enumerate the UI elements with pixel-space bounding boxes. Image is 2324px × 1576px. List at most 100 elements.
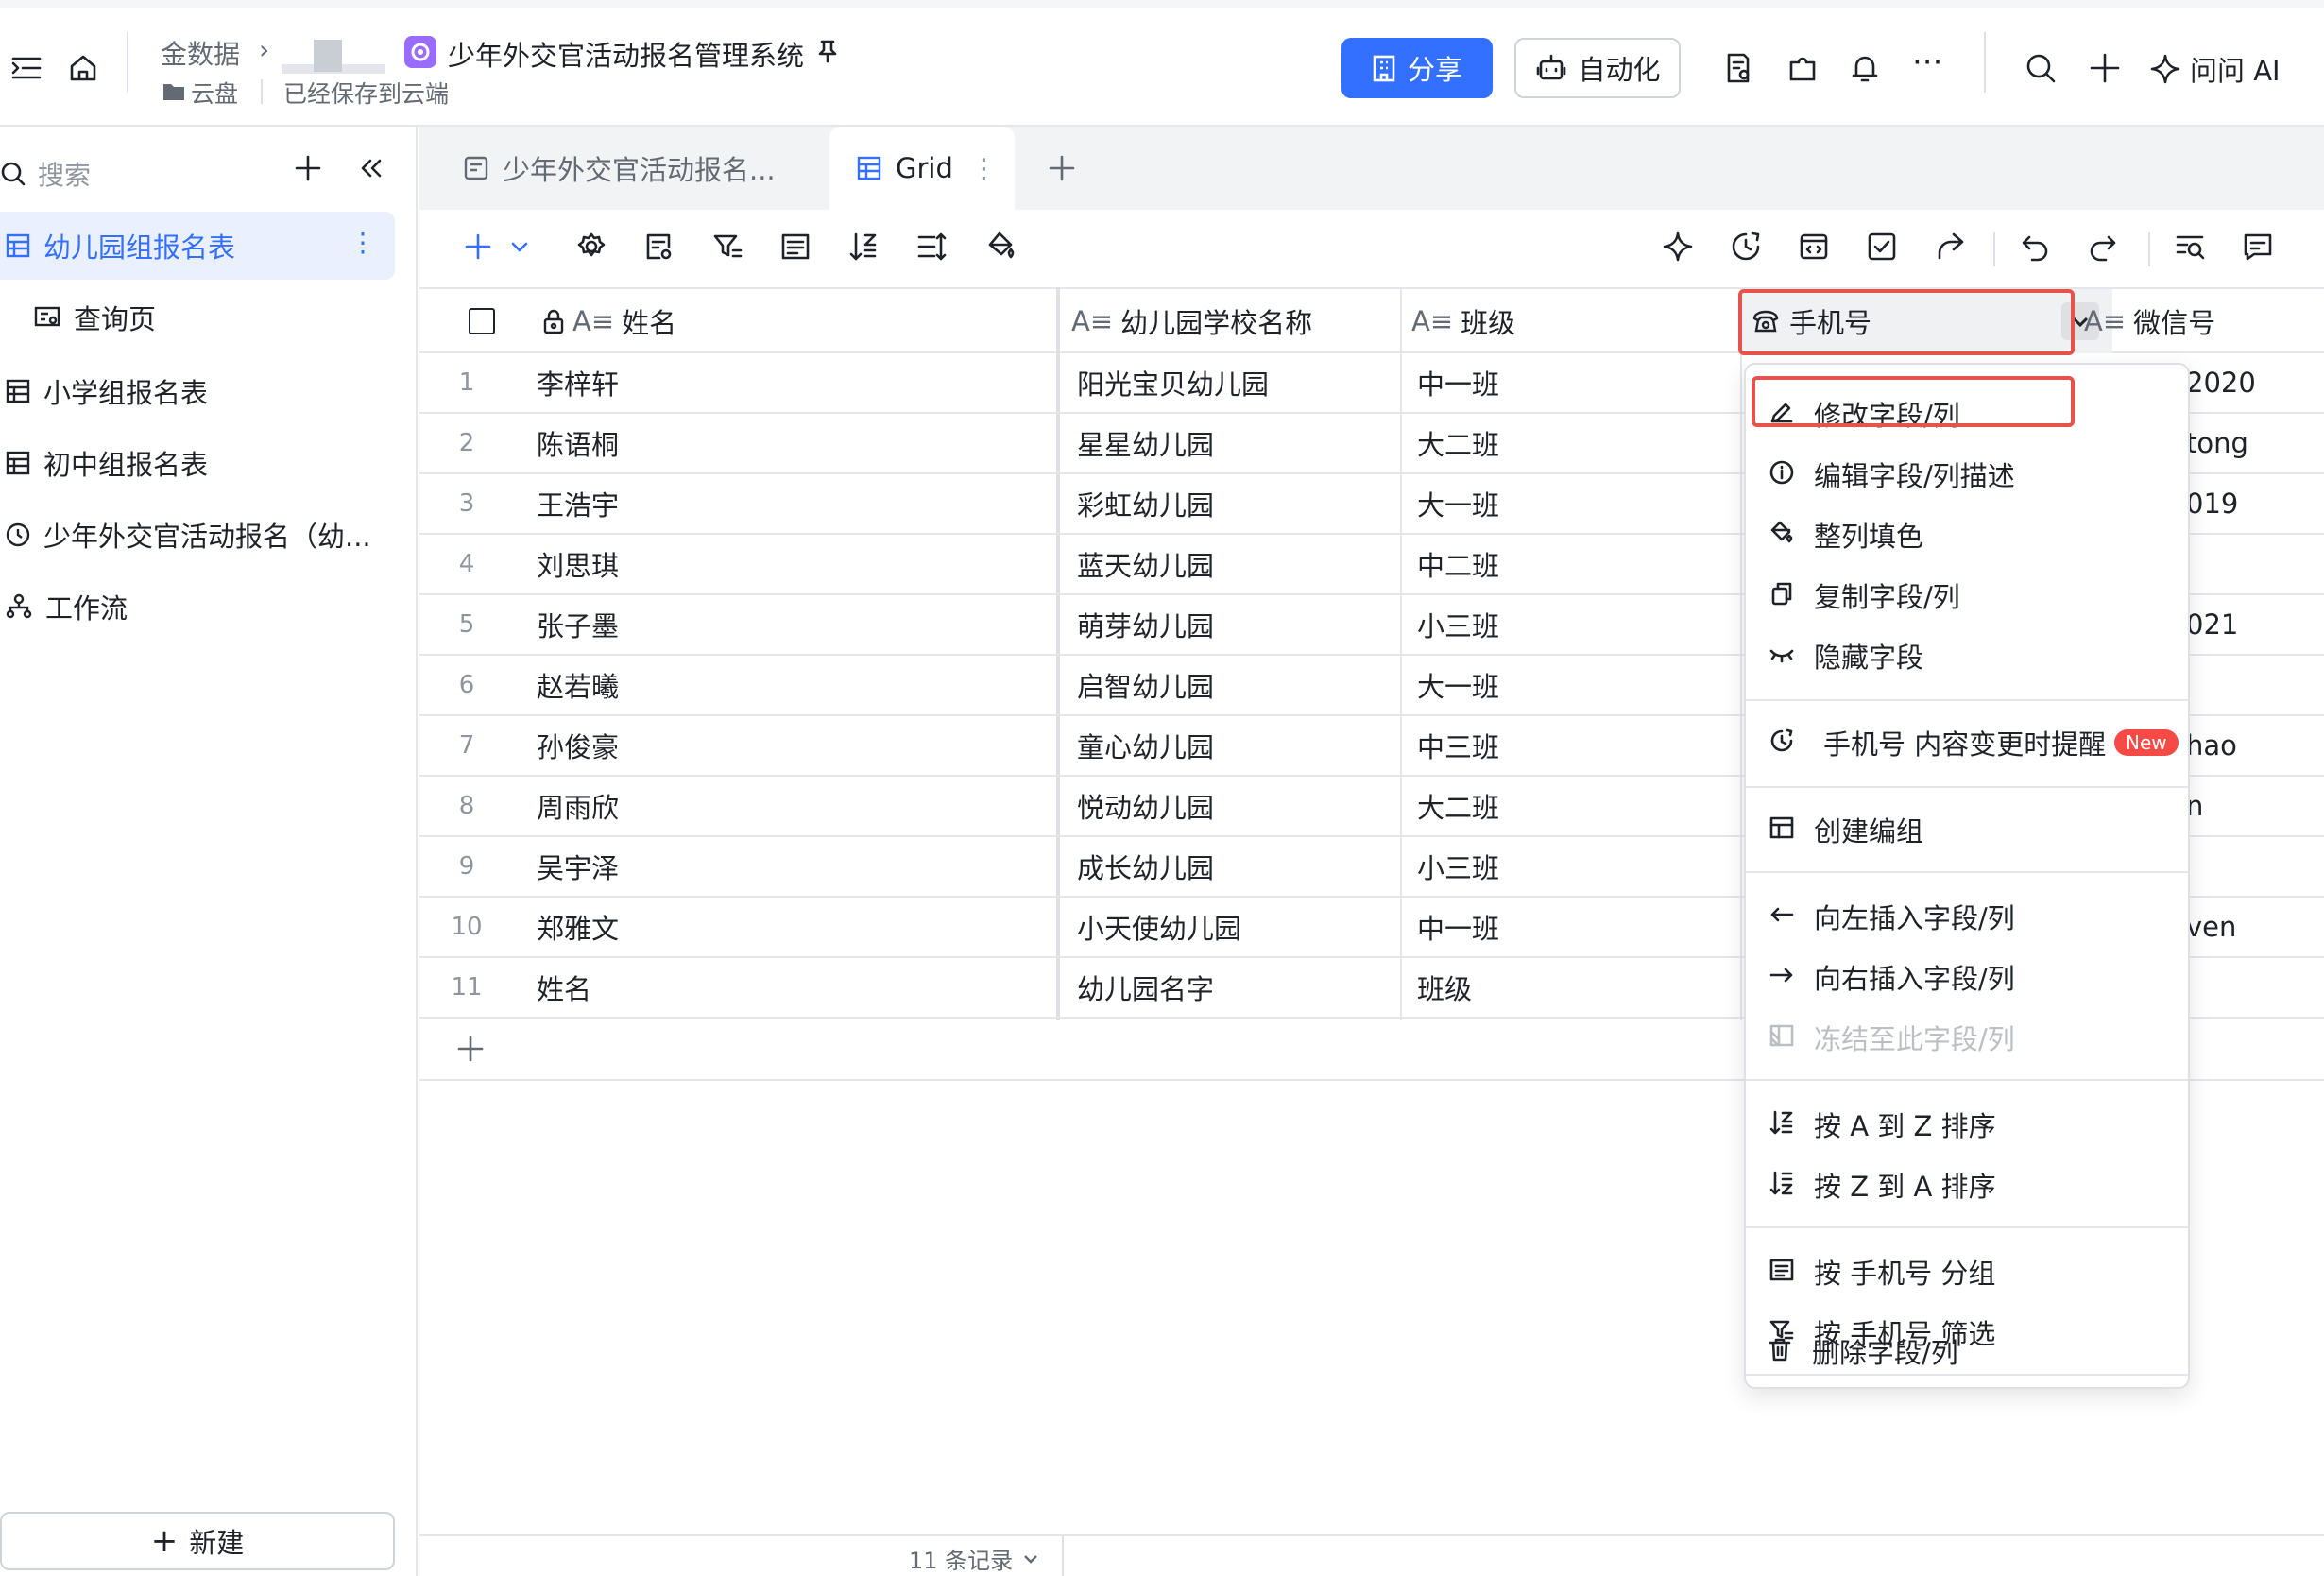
add-view-icon[interactable] xyxy=(1049,155,1075,181)
cell-name[interactable]: 王浩宇 xyxy=(537,474,619,533)
chevron-down-icon[interactable] xyxy=(503,230,537,264)
cell-school[interactable]: 彩虹幼儿园 xyxy=(1077,474,1214,533)
column-header-wechat[interactable]: A≡ 微信号 xyxy=(2084,289,2215,353)
ai-sparkle-icon[interactable] xyxy=(1661,230,1695,264)
menu-item-delete-field[interactable]: 删除字段/列 xyxy=(1744,1323,2186,1379)
cell-name[interactable]: 陈语桐 xyxy=(537,414,619,472)
more-icon[interactable]: ··· xyxy=(1912,43,1942,81)
cell-name[interactable]: 孙俊豪 xyxy=(537,716,619,775)
field-settings-icon[interactable] xyxy=(642,230,676,264)
sidebar-item-kindergarten[interactable]: 幼儿园组报名表 ⋮ xyxy=(0,212,395,280)
sidebar-item-primary[interactable]: 小学组报名表 xyxy=(0,357,395,425)
row-height-icon[interactable] xyxy=(914,230,948,264)
menu-item-sort-asc[interactable]: 按 A 到 Z 排序 xyxy=(1746,1096,2188,1153)
menu-item-fill-column[interactable]: 整列填色 xyxy=(1746,506,2188,563)
add-record-icon[interactable] xyxy=(461,230,495,264)
cell-school[interactable]: 小天使幼儿园 xyxy=(1077,898,1241,956)
cell-wechat[interactable]: ven xyxy=(2186,898,2236,956)
tab-form-view[interactable]: 少年外交官活动报名... xyxy=(463,127,776,210)
share-button[interactable]: 分享 xyxy=(1341,38,1493,98)
breadcrumb-root[interactable]: 金数据 xyxy=(161,34,240,72)
cell-class[interactable]: 中一班 xyxy=(1417,353,1499,412)
more-vertical-icon[interactable]: ⋮ xyxy=(970,152,998,184)
cell-school[interactable]: 蓝天幼儿园 xyxy=(1077,535,1214,593)
select-all-checkbox[interactable] xyxy=(469,289,495,353)
search-input[interactable]: 搜索 xyxy=(0,155,91,193)
undo-icon[interactable] xyxy=(2018,230,2052,264)
automation-button[interactable]: 自动化 xyxy=(1514,38,1681,98)
menu-item-create-group[interactable]: 创建编组 xyxy=(1746,801,2188,858)
cell-wechat[interactable]: 2020 xyxy=(2186,353,2256,412)
share-out-icon[interactable] xyxy=(1933,230,1967,264)
tab-grid[interactable]: Grid ⋮ xyxy=(829,127,1015,210)
cell-name[interactable]: 郑雅文 xyxy=(537,898,619,956)
cell-wechat[interactable]: hao xyxy=(2186,716,2237,775)
cell-school[interactable]: 成长幼儿园 xyxy=(1077,837,1214,896)
ask-ai-button[interactable]: 问问 AI xyxy=(2148,49,2281,89)
home-icon[interactable] xyxy=(66,51,100,85)
cell-class[interactable]: 大一班 xyxy=(1417,474,1499,533)
plus-icon[interactable] xyxy=(2088,51,2122,85)
embed-icon[interactable] xyxy=(1797,230,1831,264)
new-button[interactable]: + 新建 xyxy=(0,1512,395,1570)
cell-wechat[interactable]: 019 xyxy=(2186,474,2238,533)
cell-class[interactable]: 大二班 xyxy=(1417,414,1499,472)
cell-class[interactable]: 中二班 xyxy=(1417,535,1499,593)
cell-name[interactable]: 李梓轩 xyxy=(537,353,619,412)
cell-name[interactable]: 赵若曦 xyxy=(537,656,619,714)
filter-icon[interactable] xyxy=(710,230,744,264)
folder-label[interactable]: 云盘 xyxy=(191,76,238,110)
collapse-sidebar-icon[interactable] xyxy=(9,51,43,85)
column-header-school[interactable]: A≡ 幼儿园学校名称 xyxy=(1071,289,1312,353)
cell-school[interactable]: 悦动幼儿园 xyxy=(1077,777,1214,835)
menu-item-hide-field[interactable]: 隐藏字段 xyxy=(1746,627,2188,684)
column-header-name[interactable]: A≡ 姓名 xyxy=(542,289,676,353)
cell-name[interactable]: 周雨欣 xyxy=(537,777,619,835)
cell-class[interactable]: 小三班 xyxy=(1417,595,1499,654)
cell-class[interactable]: 班级 xyxy=(1417,958,1472,1017)
cell-school[interactable]: 童心幼儿园 xyxy=(1077,716,1214,775)
add-icon[interactable] xyxy=(295,155,321,181)
menu-item-sort-desc[interactable]: 按 Z 到 A 排序 xyxy=(1746,1156,2188,1213)
search-records-icon[interactable] xyxy=(2173,230,2207,264)
fill-color-icon[interactable] xyxy=(984,230,1018,264)
cell-class[interactable]: 大二班 xyxy=(1417,777,1499,835)
cell-name[interactable]: 吴宇泽 xyxy=(537,837,619,896)
cell-school[interactable]: 幼儿园名字 xyxy=(1077,958,1214,1017)
cell-name[interactable]: 刘思琪 xyxy=(537,535,619,593)
sidebar-item-middle[interactable]: 初中组报名表 xyxy=(0,429,395,497)
cell-name[interactable]: 张子墨 xyxy=(537,595,619,654)
cell-school[interactable]: 阳光宝贝幼儿园 xyxy=(1077,353,1269,412)
cell-class[interactable]: 中三班 xyxy=(1417,716,1499,775)
cell-school[interactable]: 星星幼儿园 xyxy=(1077,414,1214,472)
cell-school[interactable]: 启智幼儿园 xyxy=(1077,656,1214,714)
sidebar-item-form[interactable]: 少年外交官活动报名（幼... xyxy=(0,501,395,569)
menu-item-copy-field[interactable]: 复制字段/列 xyxy=(1746,567,2188,624)
bell-icon[interactable] xyxy=(1848,51,1882,85)
cell-class[interactable]: 大一班 xyxy=(1417,656,1499,714)
check-list-icon[interactable] xyxy=(1865,230,1899,264)
pin-icon[interactable] xyxy=(814,38,841,64)
menu-item-insert-left[interactable]: 向左插入字段/列 xyxy=(1746,888,2188,945)
menu-item-edit-description[interactable]: 编辑字段/列描述 xyxy=(1746,446,2188,503)
comment-icon[interactable] xyxy=(2241,230,2275,264)
group-icon[interactable] xyxy=(778,230,812,264)
column-header-class[interactable]: A≡ 班级 xyxy=(1411,289,1515,353)
document-icon[interactable] xyxy=(1721,51,1755,85)
cell-school[interactable]: 萌芽幼儿园 xyxy=(1077,595,1214,654)
settings-icon[interactable] xyxy=(574,230,608,264)
more-vertical-icon[interactable]: ⋮ xyxy=(350,227,376,258)
collapse-icon[interactable] xyxy=(357,155,384,181)
history-icon[interactable] xyxy=(1729,230,1763,264)
redo-icon[interactable] xyxy=(2086,230,2120,264)
menu-item-change-reminder[interactable]: 手机号 内容变更时提醒 New xyxy=(1746,714,2188,771)
sort-icon[interactable] xyxy=(846,230,880,264)
menu-item-group-by[interactable]: 按 手机号 分组 xyxy=(1746,1243,2188,1300)
sidebar-item-workflow[interactable]: 工作流 xyxy=(0,573,395,641)
cell-wechat[interactable]: tong xyxy=(2186,414,2248,472)
menu-item-insert-right[interactable]: 向右插入字段/列 xyxy=(1746,949,2188,1005)
cell-name[interactable]: 姓名 xyxy=(537,958,591,1017)
search-icon[interactable] xyxy=(2024,51,2058,85)
cell-class[interactable]: 中一班 xyxy=(1417,898,1499,956)
record-count[interactable]: 11 条记录 xyxy=(909,1542,1039,1575)
